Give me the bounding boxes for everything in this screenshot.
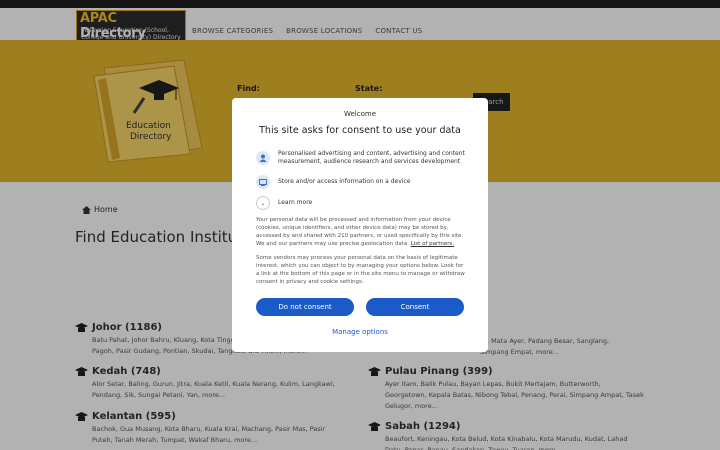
learn-more-row[interactable]: ⌄ Learn more: [256, 196, 468, 210]
purpose-personalised-ads: Personalised advertising and content, ad…: [256, 150, 468, 166]
do-not-consent-button[interactable]: Do not consent: [256, 298, 354, 316]
chevron-down-icon[interactable]: ⌄: [256, 196, 270, 210]
dialog-welcome: Welcome: [343, 110, 377, 118]
consent-dialog: Welcome This site asks for consent to us…: [232, 98, 488, 352]
purpose-text: Personalised advertising and content, ad…: [278, 150, 465, 165]
device-icon: [256, 175, 270, 189]
consent-paragraph-2: Some vendors may process your personal d…: [256, 255, 465, 285]
dialog-title: This site asks for consent to use your d…: [259, 125, 461, 136]
purpose-text: Store and/or access information on a dev…: [278, 178, 411, 185]
purpose-device-storage: Store and/or access information on a dev…: [256, 175, 468, 189]
consent-button[interactable]: Consent: [366, 298, 464, 316]
consent-paragraph-1: Your personal data will be processed and…: [256, 216, 466, 248]
learn-more-label[interactable]: Learn more: [278, 199, 468, 207]
manage-options-button[interactable]: Manage options: [232, 328, 488, 336]
list-of-partners-link[interactable]: List of partners.: [411, 241, 454, 247]
person-icon: [256, 151, 270, 165]
